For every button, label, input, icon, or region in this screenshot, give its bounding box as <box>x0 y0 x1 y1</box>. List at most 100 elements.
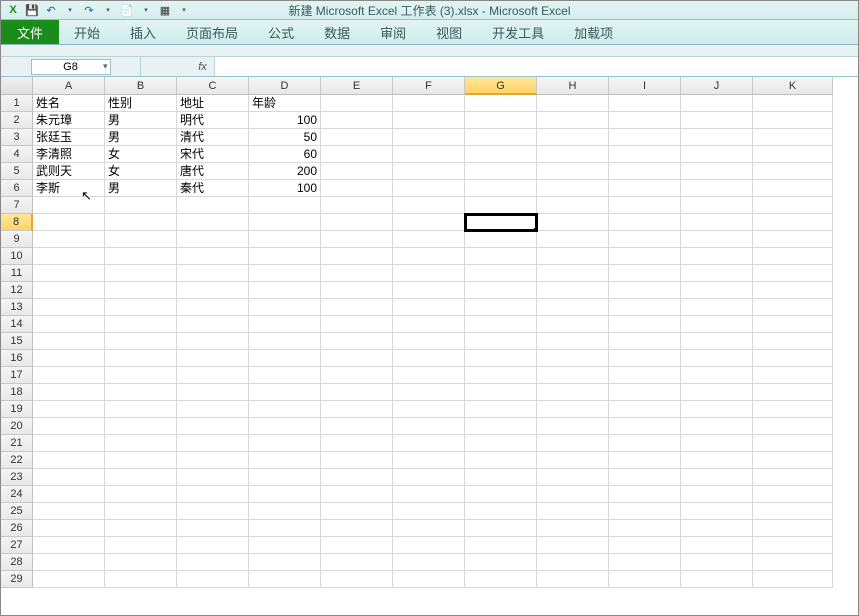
cell[interactable] <box>609 469 681 486</box>
cell[interactable] <box>537 112 609 129</box>
cell[interactable] <box>249 282 321 299</box>
cell[interactable] <box>537 503 609 520</box>
cell[interactable] <box>249 316 321 333</box>
cell[interactable] <box>177 333 249 350</box>
save-icon[interactable]: 💾 <box>24 2 40 18</box>
cell[interactable] <box>681 129 753 146</box>
cell[interactable] <box>105 435 177 452</box>
cell[interactable] <box>681 265 753 282</box>
cell[interactable] <box>465 571 537 588</box>
cell[interactable]: 男 <box>105 180 177 197</box>
row-header[interactable]: 4 <box>1 146 33 163</box>
cell[interactable] <box>681 231 753 248</box>
cell[interactable] <box>321 95 393 112</box>
cell[interactable]: 年龄 <box>249 95 321 112</box>
cell[interactable] <box>33 197 105 214</box>
cell[interactable] <box>105 520 177 537</box>
cell[interactable] <box>609 112 681 129</box>
cell[interactable]: 100 <box>249 180 321 197</box>
cell[interactable] <box>105 265 177 282</box>
cell[interactable] <box>609 316 681 333</box>
cell[interactable] <box>681 367 753 384</box>
redo-dropdown-icon[interactable]: ▾ <box>100 2 116 18</box>
cell[interactable] <box>321 146 393 163</box>
cell[interactable] <box>393 571 465 588</box>
cell[interactable] <box>465 197 537 214</box>
cell[interactable] <box>537 384 609 401</box>
cell[interactable]: 男 <box>105 112 177 129</box>
cell[interactable] <box>393 554 465 571</box>
cell[interactable] <box>33 367 105 384</box>
cell[interactable] <box>465 282 537 299</box>
cell[interactable] <box>681 299 753 316</box>
cell[interactable] <box>33 231 105 248</box>
column-header[interactable]: F <box>393 77 465 95</box>
cell[interactable] <box>177 452 249 469</box>
cell[interactable] <box>465 486 537 503</box>
cell[interactable] <box>753 537 833 554</box>
cell[interactable] <box>249 367 321 384</box>
cell[interactable] <box>681 554 753 571</box>
cell[interactable] <box>537 452 609 469</box>
cell[interactable] <box>321 282 393 299</box>
cell[interactable] <box>321 265 393 282</box>
cell[interactable] <box>321 469 393 486</box>
cell[interactable] <box>537 367 609 384</box>
cell[interactable] <box>105 333 177 350</box>
cell[interactable] <box>105 384 177 401</box>
cell[interactable] <box>177 537 249 554</box>
cell[interactable] <box>609 537 681 554</box>
column-header[interactable]: A <box>33 77 105 95</box>
cell[interactable] <box>537 214 609 231</box>
cell[interactable] <box>393 469 465 486</box>
cell[interactable] <box>465 95 537 112</box>
cell[interactable] <box>393 146 465 163</box>
cell[interactable] <box>177 486 249 503</box>
cell[interactable] <box>105 554 177 571</box>
cell[interactable] <box>537 299 609 316</box>
cell[interactable] <box>681 503 753 520</box>
row-header[interactable]: 12 <box>1 282 33 299</box>
cell[interactable] <box>537 163 609 180</box>
cell[interactable] <box>177 350 249 367</box>
cell[interactable] <box>465 265 537 282</box>
cell[interactable] <box>321 401 393 418</box>
cell[interactable] <box>393 367 465 384</box>
select-all-corner[interactable] <box>1 77 33 95</box>
cell[interactable] <box>537 333 609 350</box>
row-header[interactable]: 1 <box>1 95 33 112</box>
cell[interactable] <box>393 520 465 537</box>
row-header[interactable]: 19 <box>1 401 33 418</box>
row-header[interactable]: 15 <box>1 333 33 350</box>
cell[interactable] <box>753 486 833 503</box>
cell[interactable] <box>105 418 177 435</box>
cell[interactable] <box>753 333 833 350</box>
cell[interactable] <box>321 503 393 520</box>
cell[interactable] <box>33 248 105 265</box>
cell[interactable] <box>105 571 177 588</box>
row-header[interactable]: 10 <box>1 248 33 265</box>
cell[interactable] <box>33 554 105 571</box>
cell[interactable] <box>465 146 537 163</box>
cell[interactable] <box>321 435 393 452</box>
cell[interactable] <box>537 265 609 282</box>
cell[interactable] <box>609 452 681 469</box>
cell[interactable] <box>681 452 753 469</box>
ribbon-tab[interactable]: 视图 <box>421 20 477 44</box>
cell[interactable] <box>177 282 249 299</box>
row-header[interactable]: 16 <box>1 350 33 367</box>
row-header[interactable]: 22 <box>1 452 33 469</box>
cell[interactable] <box>33 452 105 469</box>
cell[interactable] <box>609 350 681 367</box>
cell[interactable] <box>681 214 753 231</box>
cell[interactable] <box>249 520 321 537</box>
cell[interactable] <box>321 350 393 367</box>
column-header[interactable]: C <box>177 77 249 95</box>
qat-icon-1[interactable]: 📄 <box>119 2 135 18</box>
cell[interactable] <box>177 571 249 588</box>
cell[interactable] <box>465 503 537 520</box>
cell[interactable] <box>609 299 681 316</box>
cell[interactable] <box>681 333 753 350</box>
cell[interactable] <box>33 333 105 350</box>
ribbon-tab[interactable]: 开发工具 <box>477 20 559 44</box>
